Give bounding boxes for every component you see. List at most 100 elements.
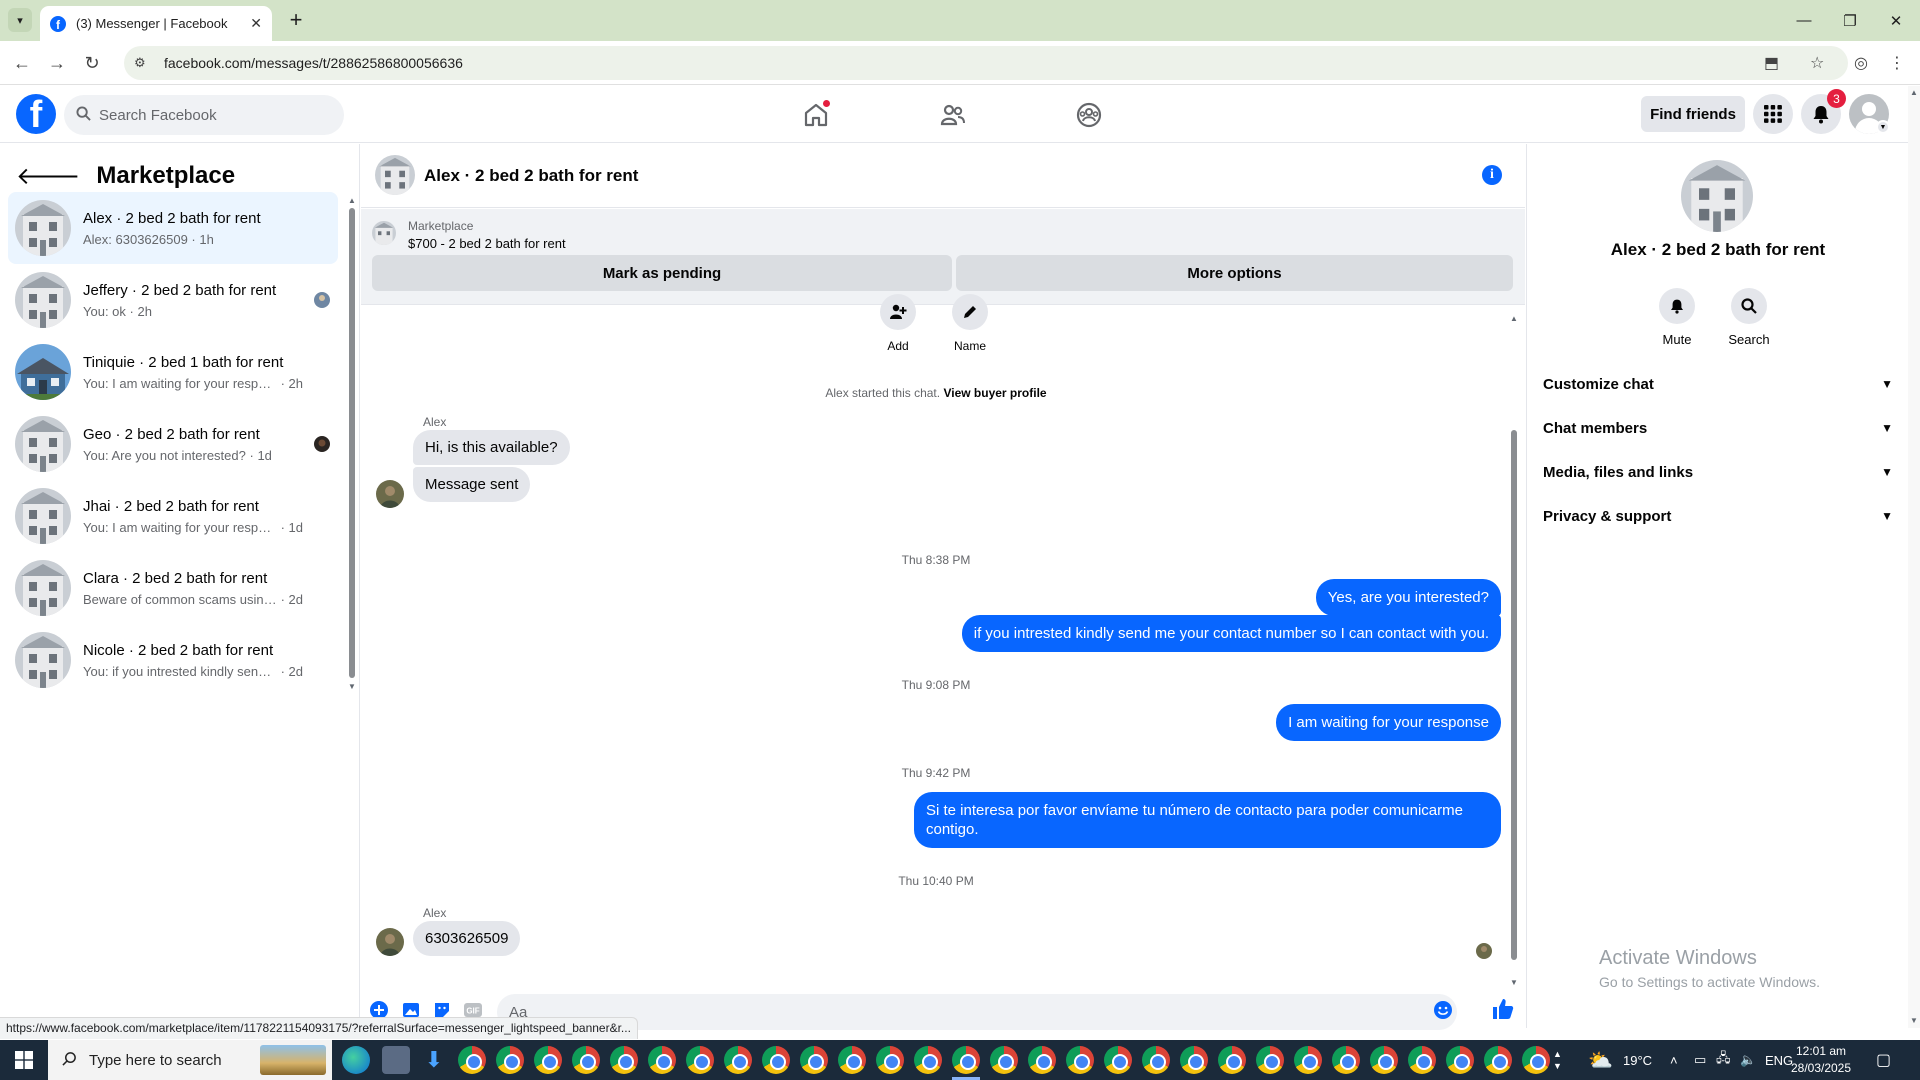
download-icon[interactable]: ⬇ xyxy=(420,1046,448,1074)
message-bubble-incoming[interactable]: 6303626509 xyxy=(413,921,521,956)
search-input[interactable] xyxy=(99,106,319,124)
profile-icon[interactable]: ◎ xyxy=(1849,51,1873,75)
back-button[interactable]: ← xyxy=(10,51,34,75)
info-icon[interactable]: i xyxy=(1482,165,1502,185)
new-tab-button[interactable]: + xyxy=(283,8,309,34)
message-bubble-incoming[interactable]: Message sent xyxy=(413,467,531,502)
find-friends-button[interactable]: Find friends xyxy=(1641,96,1745,132)
minimize-window-button[interactable]: — xyxy=(1781,0,1827,41)
menu-button[interactable] xyxy=(1753,94,1793,134)
bookmark-star-icon[interactable]: ☆ xyxy=(1810,46,1824,80)
media-files-links-section[interactable]: Media, files and links ▼ xyxy=(1543,454,1893,490)
chrome-icon[interactable] xyxy=(1522,1046,1550,1074)
chrome-icon[interactable] xyxy=(914,1046,942,1074)
chrome-icon[interactable] xyxy=(990,1046,1018,1074)
home-nav-button[interactable] xyxy=(760,86,872,143)
start-button[interactable] xyxy=(0,1040,48,1080)
scroll-up-icon[interactable]: ▲ xyxy=(348,196,356,205)
chrome-icon[interactable] xyxy=(952,1046,980,1074)
conversation-item[interactable]: Nicole · 2 bed 2 bath for rent You: if y… xyxy=(8,624,338,696)
search-in-chat-button[interactable]: Search xyxy=(1719,288,1779,347)
chrome-icon[interactable] xyxy=(876,1046,904,1074)
message-bubble-outgoing[interactable]: Yes, are you interested? xyxy=(1315,579,1501,616)
conversation-item[interactable]: Alex · 2 bed 2 bath for rent Alex: 63036… xyxy=(8,192,338,264)
emoji-icon[interactable] xyxy=(1433,1000,1453,1020)
listing-price[interactable]: $700 - 2 bed 2 bath for rent xyxy=(408,236,566,251)
chrome-icon[interactable] xyxy=(1218,1046,1246,1074)
chrome-icon[interactable] xyxy=(1408,1046,1436,1074)
name-chat-button[interactable] xyxy=(952,294,988,330)
battery-icon[interactable]: ▭ xyxy=(1694,1040,1706,1080)
more-options-button[interactable]: More options xyxy=(956,255,1513,291)
chrome-icon[interactable] xyxy=(496,1046,524,1074)
forward-button[interactable]: → xyxy=(45,51,69,75)
clock[interactable]: 12:01 am 28/03/2025 xyxy=(1781,1043,1861,1077)
chrome-icon[interactable] xyxy=(1256,1046,1284,1074)
conversation-item[interactable]: Clara · 2 bed 2 bath for rent Beware of … xyxy=(8,552,338,624)
chrome-icon[interactable] xyxy=(648,1046,676,1074)
chrome-icon[interactable] xyxy=(1446,1046,1474,1074)
message-bubble-outgoing[interactable]: if you intrested kindly send me your con… xyxy=(961,615,1501,652)
scroll-down-icon[interactable]: ▼ xyxy=(1510,978,1518,987)
message-bubble-outgoing[interactable]: I am waiting for your response xyxy=(1276,704,1501,741)
chat-info-avatar[interactable] xyxy=(1681,160,1753,232)
chat-scrollbar[interactable]: ▲ ▼ xyxy=(1509,314,1519,992)
conversation-item[interactable]: Tiniquie · 2 bed 1 bath for rent You: I … xyxy=(8,336,338,408)
taskbar-scroll-icon[interactable]: ▲ ▼ xyxy=(1553,1040,1562,1080)
tab-search-chevron-icon[interactable]: ▾ xyxy=(8,8,32,32)
view-buyer-profile-link[interactable]: View buyer profile xyxy=(943,386,1046,400)
site-info-icon[interactable]: ⚙ xyxy=(134,55,152,71)
add-people-button[interactable] xyxy=(880,294,916,330)
sender-avatar[interactable] xyxy=(376,480,404,508)
volume-icon[interactable]: 🔈 xyxy=(1740,1040,1756,1080)
facebook-search[interactable] xyxy=(64,95,344,135)
temperature[interactable]: 19°C xyxy=(1623,1040,1652,1080)
customize-chat-section[interactable]: Customize chat ▼ xyxy=(1543,366,1893,402)
chrome-icon[interactable] xyxy=(686,1046,714,1074)
show-hidden-icons[interactable]: ˄ xyxy=(1670,1040,1678,1080)
close-window-button[interactable]: ✕ xyxy=(1873,0,1919,41)
chrome-icon[interactable] xyxy=(1066,1046,1094,1074)
install-app-icon[interactable]: ⬒ xyxy=(1764,46,1779,80)
restore-window-button[interactable]: ❐ xyxy=(1827,0,1873,41)
chrome-icon[interactable] xyxy=(762,1046,790,1074)
notification-center-icon[interactable]: ▢ xyxy=(1876,1040,1891,1080)
chrome-icon[interactable] xyxy=(1332,1046,1360,1074)
message-input[interactable] xyxy=(509,1003,1409,1021)
chrome-icon[interactable] xyxy=(1104,1046,1132,1074)
chrome-icon[interactable] xyxy=(1180,1046,1208,1074)
chrome-icon[interactable] xyxy=(458,1046,486,1074)
message-bubble-incoming[interactable]: Hi, is this available? xyxy=(413,430,570,465)
address-bar[interactable]: ⚙ facebook.com/messages/t/28862586800056… xyxy=(124,46,1848,80)
browser-menu-icon[interactable]: ⋮ xyxy=(1885,51,1909,75)
chrome-icon[interactable] xyxy=(1294,1046,1322,1074)
chat-title[interactable]: Alex · 2 bed 2 bath for rent xyxy=(424,166,638,186)
privacy-support-section[interactable]: Privacy & support ▼ xyxy=(1543,498,1893,534)
conversation-item[interactable]: Jhai · 2 bed 2 bath for rent You: I am w… xyxy=(8,480,338,552)
tab-close-icon[interactable]: ✕ xyxy=(250,15,262,32)
taskbar-search[interactable]: Type here to search xyxy=(48,1040,332,1080)
chat-members-section[interactable]: Chat members ▼ xyxy=(1543,410,1893,446)
facebook-logo-icon[interactable]: f xyxy=(16,94,56,134)
app-icon[interactable] xyxy=(382,1046,410,1074)
chrome-icon[interactable] xyxy=(838,1046,866,1074)
listing-thumbnail[interactable] xyxy=(372,221,396,245)
reload-button[interactable]: ↻ xyxy=(80,51,104,75)
message-input-box[interactable] xyxy=(497,994,1457,1030)
chrome-icon[interactable] xyxy=(800,1046,828,1074)
conversation-item[interactable]: Geo · 2 bed 2 bath for rent You: Are you… xyxy=(8,408,338,480)
back-arrow-icon[interactable]: 🡐 xyxy=(16,161,80,191)
groups-nav-button[interactable] xyxy=(1033,86,1145,143)
scroll-up-icon[interactable]: ▲ xyxy=(1510,314,1518,323)
chat-avatar[interactable] xyxy=(375,155,415,195)
message-bubble-outgoing[interactable]: Si te interesa por favor envíame tu núme… xyxy=(914,792,1501,848)
mark-as-pending-button[interactable]: Mark as pending xyxy=(372,255,952,291)
edge-icon[interactable] xyxy=(342,1046,370,1074)
chrome-icon[interactable] xyxy=(610,1046,638,1074)
thumbs-up-icon[interactable] xyxy=(1491,997,1515,1021)
scroll-down-icon[interactable]: ▼ xyxy=(348,682,356,691)
chrome-icon[interactable] xyxy=(572,1046,600,1074)
weather-icon[interactable]: ⛅ xyxy=(1588,1040,1613,1080)
browser-tab-messenger[interactable]: f (3) Messenger | Facebook ✕ xyxy=(40,6,272,41)
chrome-icon[interactable] xyxy=(534,1046,562,1074)
